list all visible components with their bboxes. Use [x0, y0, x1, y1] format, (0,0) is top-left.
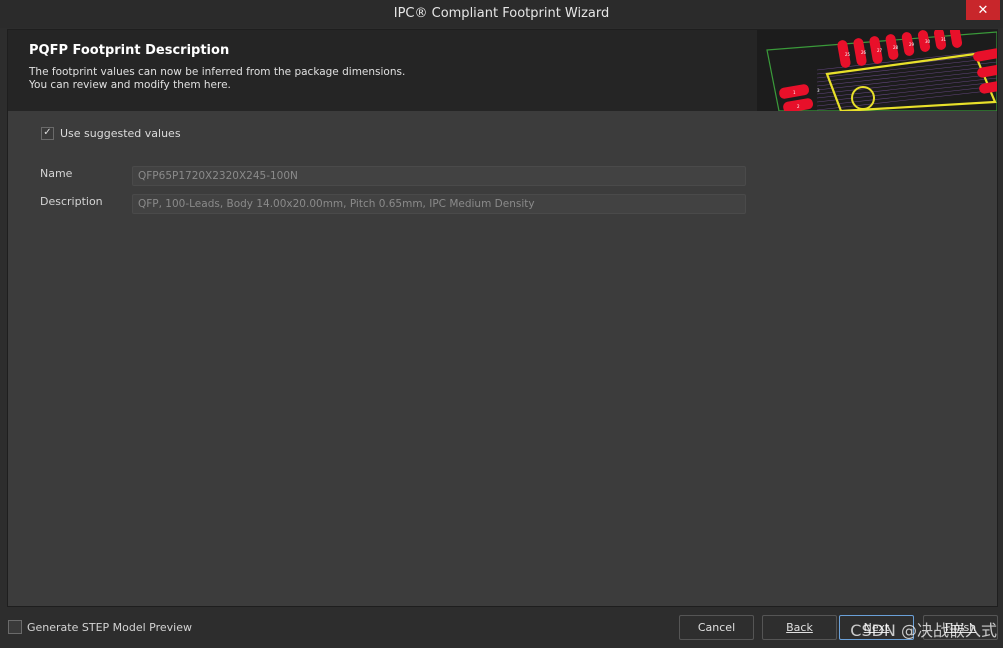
title-bar: IPC® Compliant Footprint Wizard ✕: [0, 0, 1003, 28]
pad-label: 27: [877, 48, 883, 53]
close-icon: ✕: [977, 2, 989, 18]
pad-label: 30: [925, 39, 931, 44]
back-button[interactable]: Back: [762, 615, 837, 640]
back-button-label: Back: [786, 621, 813, 634]
generate-step-preview-option[interactable]: Generate STEP Model Preview: [8, 620, 192, 634]
pad-label: 29: [909, 42, 915, 47]
name-field[interactable]: QFP65P1720X2320X245-100N: [132, 166, 746, 186]
name-label: Name: [40, 167, 73, 180]
cancel-button-label: Cancel: [697, 621, 736, 634]
page-description: The footprint values can now be inferred…: [29, 66, 405, 92]
watermark-text: CSDN @决战嵌入式: [850, 621, 997, 640]
pad-label: 28: [893, 45, 899, 50]
cancel-button[interactable]: Cancel: [679, 615, 754, 640]
generate-step-preview-checkbox[interactable]: [8, 620, 22, 634]
wizard-page: PQFP Footprint Description The footprint…: [7, 29, 998, 607]
wizard-window: IPC® Compliant Footprint Wizard ✕ PQFP F…: [0, 0, 1003, 648]
page-description-line-2: You can review and modify them here.: [29, 79, 231, 91]
generate-step-preview-label: Generate STEP Model Preview: [27, 620, 192, 634]
page-heading: PQFP Footprint Description: [29, 43, 230, 58]
pad-label: 31: [941, 37, 947, 42]
window-title: IPC® Compliant Footprint Wizard: [393, 6, 610, 21]
header-banner: PQFP Footprint Description The footprint…: [8, 30, 997, 111]
description-label: Description: [40, 195, 103, 208]
pad-label: 26: [861, 50, 867, 55]
use-suggested-values-option[interactable]: ✓ Use suggested values: [41, 125, 181, 141]
use-suggested-values-label: Use suggested values: [60, 126, 181, 140]
page-description-line-1: The footprint values can now be inferred…: [29, 66, 406, 78]
checkmark-icon: ✓: [43, 127, 52, 138]
close-button[interactable]: ✕: [966, 0, 1000, 20]
footprint-preview-image: 1 2 25 26 27 28 29 30 31 3: [757, 30, 997, 111]
use-suggested-values-checkbox[interactable]: ✓: [41, 126, 54, 140]
description-field[interactable]: QFP, 100-Leads, Body 14.00x20.00mm, Pitc…: [132, 194, 746, 214]
pad-label: 25: [845, 52, 851, 57]
